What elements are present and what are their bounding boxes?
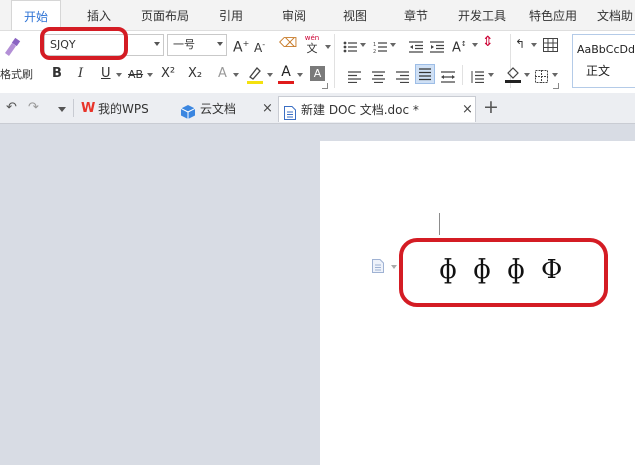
undo-icon[interactable]: ↶: [6, 100, 17, 115]
char-shading-icon[interactable]: A: [310, 66, 325, 81]
tab-special-apps[interactable]: 特色应用: [529, 0, 577, 30]
style-name-label: 正文: [585, 64, 610, 78]
strikethrough-button[interactable]: AB: [128, 67, 143, 83]
tab-insert[interactable]: 插入: [87, 0, 111, 30]
bullet-list-dropdown-icon[interactable]: [360, 43, 366, 47]
paragraph-handle-icon[interactable]: [372, 258, 384, 273]
style-preview-text: AaBbCcDd: [577, 43, 635, 56]
glyph-1: ɸ: [439, 255, 457, 285]
bullet-list-icon[interactable]: [343, 38, 357, 53]
glyph-line[interactable]: ɸ ɸ ɸ Φ: [433, 252, 573, 288]
tab-chapter[interactable]: 章节: [404, 0, 428, 30]
format-painter-label[interactable]: 格式刷: [0, 67, 33, 83]
tab-references[interactable]: 引用: [219, 0, 243, 30]
underline-dropdown-icon[interactable]: [116, 73, 122, 77]
redo-icon[interactable]: ↷: [28, 100, 39, 115]
tab-cloud-docs[interactable]: 云文档 ×: [178, 96, 273, 122]
font-color-button[interactable]: A: [278, 64, 294, 86]
phonetic-bottom-text: 文: [306, 42, 318, 55]
text-effect-icon[interactable]: A: [218, 66, 227, 82]
highlight-dropdown-icon[interactable]: [267, 73, 273, 77]
tab-current-document[interactable]: 新建 DOC 文档.doc * ×: [278, 96, 476, 122]
svg-text:1: 1: [373, 42, 376, 48]
glyph-2: ɸ: [473, 255, 491, 285]
decrease-indent-icon[interactable]: [409, 38, 423, 53]
font-size-combo[interactable]: 一号: [167, 34, 227, 56]
svg-text:2: 2: [373, 49, 376, 53]
justify-button[interactable]: [415, 64, 435, 84]
format-painter-icon[interactable]: [2, 37, 22, 57]
tab-page-layout[interactable]: 页面布局: [141, 0, 189, 30]
close-tab-icon[interactable]: ×: [462, 97, 473, 123]
change-case-dropdown-icon[interactable]: [472, 43, 478, 47]
italic-button[interactable]: I: [78, 66, 83, 82]
font-dialog-launcher-icon[interactable]: [322, 83, 328, 89]
wps-logo-icon: W: [81, 101, 96, 116]
text-cursor: [439, 213, 440, 235]
line-spacing-dropdown-icon[interactable]: [488, 73, 494, 77]
font-name-dropdown-icon[interactable]: [154, 42, 160, 46]
align-center-icon[interactable]: [372, 68, 385, 84]
table-borders-icon[interactable]: [543, 37, 558, 52]
grow-font-icon[interactable]: A+: [233, 36, 249, 56]
increase-indent-icon[interactable]: [430, 38, 444, 53]
glyph-3: ɸ: [507, 255, 525, 285]
border-icon[interactable]: [535, 68, 548, 83]
font-name-highlight-box: [40, 27, 128, 60]
tab-current-document-label: 新建 DOC 文档.doc *: [301, 103, 419, 117]
font-color-dropdown-icon[interactable]: [297, 73, 303, 77]
superscript-button[interactable]: X²: [161, 66, 175, 82]
tab-my-wps[interactable]: W 我的WPS: [78, 96, 173, 122]
document-tab-bar: ↶ ↷ W 我的WPS 云文档 × 新建 DOC 文档.doc * × +: [0, 93, 635, 124]
phonetic-dropdown-icon[interactable]: [325, 45, 331, 49]
quick-access-dropdown-icon[interactable]: [58, 107, 66, 112]
highlight-color-icon[interactable]: [246, 65, 264, 85]
doc-file-icon: [284, 103, 296, 120]
divider: [334, 34, 335, 88]
close-tab-icon[interactable]: ×: [262, 96, 273, 122]
tab-home[interactable]: 开始: [11, 0, 62, 30]
tab-view[interactable]: 视图: [343, 0, 367, 30]
tab-review[interactable]: 审阅: [282, 0, 306, 30]
tab-doc-assistant[interactable]: 文档助: [597, 0, 633, 30]
paragraph-handle-dropdown-icon[interactable]: [391, 265, 397, 269]
phonetic-guide-icon[interactable]: wén 文: [302, 34, 322, 58]
tab-my-wps-label: 我的WPS: [98, 102, 149, 116]
shading-dropdown-icon[interactable]: [524, 73, 530, 77]
paragraph-dialog-launcher-icon[interactable]: [553, 83, 559, 89]
divider: [73, 99, 74, 117]
clear-format-icon[interactable]: ⌫: [279, 36, 297, 52]
strikethrough-dropdown-icon[interactable]: [147, 73, 153, 77]
cloud-cube-icon: [180, 102, 196, 119]
align-right-icon[interactable]: [396, 68, 409, 84]
tab-developer[interactable]: 开发工具: [458, 0, 506, 30]
font-color-swatch: [278, 81, 294, 84]
font-size-value: 一号: [173, 38, 195, 51]
border-dropdown-icon[interactable]: [552, 73, 558, 77]
distributed-align-icon[interactable]: [441, 68, 455, 83]
shading-fill-icon[interactable]: [505, 65, 521, 83]
line-spacing-icon[interactable]: [470, 68, 484, 84]
divider: [462, 65, 463, 85]
numbered-list-dropdown-icon[interactable]: [390, 43, 396, 47]
style-gallery-normal[interactable]: AaBbCcDd 正文: [572, 34, 635, 88]
align-left-icon[interactable]: [348, 68, 361, 84]
sort-dropdown-icon[interactable]: [531, 43, 537, 47]
change-case-icon[interactable]: A↕: [452, 36, 467, 56]
sort-icon[interactable]: ↰: [515, 36, 525, 52]
bold-button[interactable]: B: [52, 66, 62, 82]
underline-button[interactable]: U: [101, 66, 111, 82]
shrink-font-icon[interactable]: A-: [254, 37, 265, 56]
glyph-4: Φ: [541, 255, 563, 285]
menu-bar: 开始 插入 页面布局 引用 审阅 视图 章节 开发工具 特色应用 文档助: [0, 0, 635, 30]
font-color-letter: A: [281, 64, 291, 80]
tab-cloud-docs-label: 云文档: [200, 102, 237, 116]
subscript-button[interactable]: X₂: [188, 66, 202, 82]
text-effect-dropdown-icon[interactable]: [233, 73, 239, 77]
font-size-dropdown-icon[interactable]: [217, 42, 223, 46]
numbered-list-icon[interactable]: 12: [373, 38, 387, 55]
chinese-layout-icon[interactable]: ⇕: [482, 34, 494, 50]
new-tab-plus-icon[interactable]: +: [483, 96, 499, 118]
